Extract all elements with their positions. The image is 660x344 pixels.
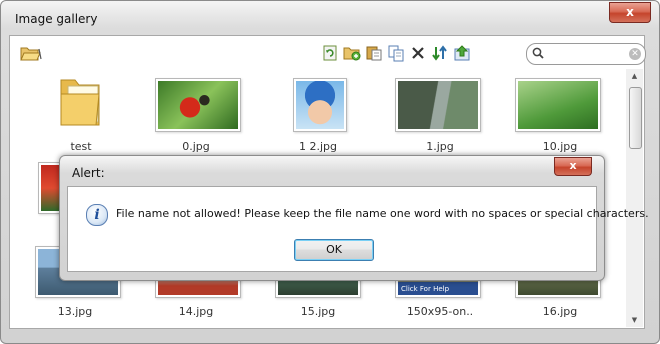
upload-icon[interactable]	[453, 44, 471, 62]
image-gallery-window: Image gallery x ✕ test 0.jpg 1 2.jpg 1.j…	[0, 0, 660, 344]
new-folder-icon[interactable]	[343, 44, 361, 62]
item-label: test	[70, 140, 92, 153]
scroll-down-icon[interactable]: ▼	[626, 313, 643, 327]
toolbar: ✕	[10, 36, 646, 68]
image-thumbnail[interactable]	[515, 78, 601, 132]
alert-close-button[interactable]: x	[554, 157, 592, 176]
thumb-1-jpg	[398, 81, 478, 129]
thumb-0-jpg	[158, 81, 238, 129]
folder-open-icon[interactable]	[20, 44, 42, 62]
item-label: 14.jpg	[178, 305, 214, 318]
banner-text: Click For Help	[401, 285, 450, 293]
item-label: 1.jpg	[426, 140, 454, 153]
sort-icon[interactable]	[431, 44, 449, 62]
alert-message: File name not allowed! Please keep the f…	[116, 207, 649, 220]
search-input[interactable]	[549, 45, 625, 61]
window-titlebar[interactable]: Image gallery x	[1, 1, 659, 35]
image-thumbnail[interactable]	[395, 78, 481, 132]
search-box[interactable]: ✕	[526, 43, 646, 65]
folder-icon	[60, 79, 100, 126]
item-label: 16.jpg	[542, 305, 578, 318]
thumb-1-2-jpg	[296, 81, 344, 129]
delete-icon[interactable]	[409, 44, 427, 62]
alert-body: i File name not allowed! Please keep the…	[67, 186, 649, 272]
window-close-button[interactable]: x	[609, 2, 651, 23]
clear-search-icon[interactable]: ✕	[629, 48, 641, 60]
alert-title: Alert:	[72, 166, 105, 180]
info-icon: i	[86, 204, 108, 226]
item-label: 0.jpg	[182, 140, 210, 153]
copy-icon[interactable]	[387, 44, 405, 62]
window-title: Image gallery	[15, 12, 98, 26]
image-thumbnail[interactable]	[155, 78, 241, 132]
image-thumbnail[interactable]	[293, 78, 347, 132]
item-label: 1 2.jpg	[298, 140, 337, 153]
thumb-10-jpg	[518, 81, 598, 129]
item-label: 13.jpg	[57, 305, 93, 318]
item-label: 15.jpg	[300, 305, 336, 318]
paste-icon[interactable]	[365, 44, 383, 62]
vertical-scrollbar[interactable]: ▲ ▼	[626, 69, 643, 327]
scrollbar-thumb[interactable]	[629, 87, 642, 149]
search-icon	[532, 47, 544, 62]
item-label: 150x95-on..	[406, 305, 474, 318]
ok-button[interactable]: OK	[294, 239, 374, 261]
refresh-icon[interactable]	[321, 44, 339, 62]
alert-dialog: Alert: x i File name not allowed! Please…	[59, 155, 649, 281]
scroll-up-icon[interactable]: ▲	[626, 69, 643, 83]
item-label: 10.jpg	[542, 140, 578, 153]
folder-test[interactable]	[58, 76, 104, 131]
